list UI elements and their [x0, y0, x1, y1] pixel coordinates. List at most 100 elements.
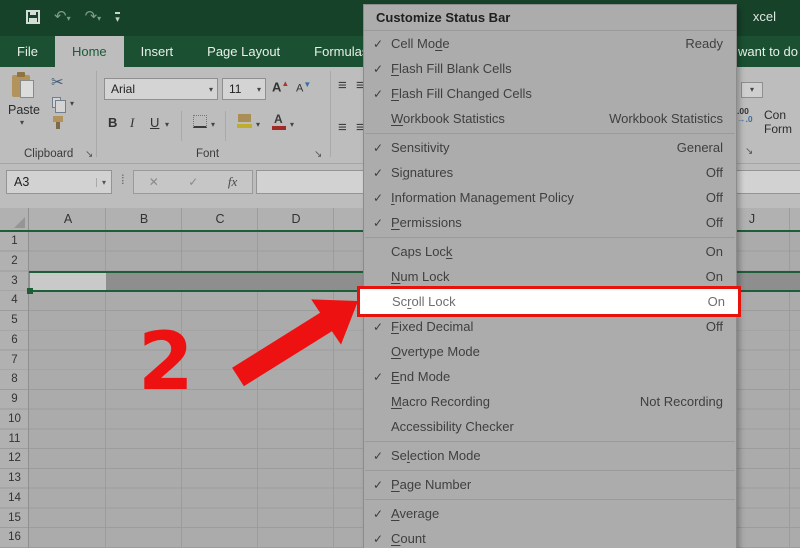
enter-icon[interactable]: ✓: [188, 175, 198, 189]
menu-item-selection-mode[interactable]: ✓ Selection Mode: [364, 443, 736, 468]
fill-handle[interactable]: [27, 288, 33, 294]
menu-item-information-management-policy[interactable]: ✓ Information Management Policy Off: [364, 185, 736, 210]
row-header-7[interactable]: 7: [0, 351, 29, 371]
clipboard-dialog-launcher-icon[interactable]: ↘: [85, 149, 93, 160]
align-top-icon[interactable]: ≡: [338, 77, 347, 94]
active-cell-a3[interactable]: [30, 273, 106, 290]
cancel-icon[interactable]: ✕: [149, 175, 159, 189]
font-color-caret-icon[interactable]: ▾: [290, 120, 294, 129]
redo-button[interactable]: ↷▾: [85, 8, 102, 26]
copy-icon[interactable]: [52, 97, 66, 113]
font-name-caret-icon[interactable]: ▾: [209, 85, 217, 94]
conditional-formatting-button[interactable]: Con: [764, 108, 786, 122]
row-header-11[interactable]: 11: [0, 430, 29, 450]
paste-caret-icon[interactable]: ▾: [20, 118, 24, 127]
menu-item-scroll-lock[interactable]: Scroll Lock On: [357, 286, 741, 317]
align-left-icon[interactable]: ≡: [338, 119, 347, 136]
paste-button[interactable]: Paste: [6, 103, 42, 117]
font-name-combo[interactable]: Arial ▾: [104, 78, 218, 100]
underline-button[interactable]: U: [150, 115, 159, 130]
row-header-13[interactable]: 13: [0, 469, 29, 489]
row-header-1[interactable]: 1: [0, 232, 29, 252]
menu-item-signatures[interactable]: ✓ Signatures Off: [364, 160, 736, 185]
row-header-10[interactable]: 10: [0, 410, 29, 430]
tab-home[interactable]: Home: [54, 36, 124, 67]
menu-item-label: Fixed Decimal: [391, 319, 473, 334]
name-box-caret-icon[interactable]: ▾: [95, 177, 111, 187]
select-all-corner[interactable]: [0, 208, 29, 230]
tab-page-layout[interactable]: Page Layout: [190, 36, 297, 67]
menu-item-label: Macro Recording: [391, 394, 490, 409]
formula-bar-grip[interactable]: ⁞: [121, 172, 124, 187]
menu-item-value: On: [705, 244, 723, 259]
menu-item-caps-lock[interactable]: Caps Lock On: [364, 239, 736, 264]
number-format-caret-icon[interactable]: ▾: [741, 82, 763, 98]
menu-item-page-number[interactable]: ✓ Page Number: [364, 472, 736, 497]
number-dialog-launcher-icon[interactable]: ↘: [745, 146, 753, 157]
menu-item-count[interactable]: ✓ Count: [364, 526, 736, 548]
copy-caret-icon[interactable]: ▾: [70, 99, 74, 108]
increase-font-size-button[interactable]: A▲: [272, 79, 289, 94]
excel-window: ↶▾ ↷▾ ▾ xcel File Home Insert Page Layou…: [0, 0, 800, 548]
tell-me-text[interactable]: want to do: [738, 44, 798, 59]
menu-item-flash-fill-changed-cells[interactable]: ✓ Flash Fill Changed Cells: [364, 81, 736, 106]
font-size-caret-icon[interactable]: ▾: [257, 85, 265, 94]
row-header-5[interactable]: 5: [0, 311, 29, 331]
column-header-a[interactable]: A: [30, 208, 106, 230]
cut-icon[interactable]: ✂: [51, 73, 64, 91]
insert-function-icon[interactable]: fx: [228, 174, 237, 190]
undo-button[interactable]: ↶▾: [54, 8, 71, 26]
row-header-6[interactable]: 6: [0, 331, 29, 351]
redo-caret-icon[interactable]: ▾: [97, 14, 101, 23]
menu-item-macro-recording[interactable]: Macro Recording Not Recording: [364, 389, 736, 414]
column-header-b[interactable]: B: [106, 208, 182, 230]
row-headers[interactable]: 1 2 3 4 5 6 7 8 9 10 11 12 13 14 15 16: [0, 232, 29, 548]
column-header-d[interactable]: D: [258, 208, 334, 230]
label-post: e: [442, 36, 450, 51]
name-box[interactable]: A3 ▾: [6, 170, 112, 194]
menu-item-label: Caps Lock: [391, 244, 452, 259]
font-dialog-launcher-icon[interactable]: ↘: [314, 149, 322, 160]
row-header-16[interactable]: 16: [0, 528, 29, 548]
menu-item-average[interactable]: ✓ Average: [364, 501, 736, 526]
font-group-label: Font: [196, 148, 220, 160]
font-size-combo[interactable]: 11 ▾: [222, 78, 266, 100]
menu-item-end-mode[interactable]: ✓ End Mode: [364, 364, 736, 389]
row-header-9[interactable]: 9: [0, 390, 29, 410]
fill-color-icon[interactable]: [237, 114, 252, 128]
font-color-icon[interactable]: A: [272, 113, 286, 130]
menu-item-accessibility-checker[interactable]: Accessibility Checker: [364, 414, 736, 439]
decrease-decimal-icon[interactable]: .00 →.0: [737, 107, 761, 124]
fill-color-caret-icon[interactable]: ▾: [256, 120, 260, 129]
row-header-4[interactable]: 4: [0, 291, 29, 311]
row-header-14[interactable]: 14: [0, 489, 29, 509]
tab-insert[interactable]: Insert: [124, 36, 191, 67]
column-header-c[interactable]: C: [182, 208, 258, 230]
row-header-12[interactable]: 12: [0, 449, 29, 469]
decrease-font-size-button[interactable]: A▼: [296, 80, 311, 95]
menu-item-permissions[interactable]: ✓ Permissions Off: [364, 210, 736, 235]
menu-item-flash-fill-blank-cells[interactable]: ✓ Flash Fill Blank Cells: [364, 56, 736, 81]
row-header-2[interactable]: 2: [0, 252, 29, 272]
borders-icon[interactable]: [193, 115, 207, 128]
italic-button[interactable]: I: [130, 115, 134, 131]
borders-caret-icon[interactable]: ▾: [211, 120, 215, 129]
save-icon[interactable]: [26, 10, 40, 24]
menu-item-fixed-decimal[interactable]: ✓ Fixed Decimal Off: [364, 314, 736, 339]
undo-caret-icon[interactable]: ▾: [67, 14, 71, 23]
menu-item-sensitivity[interactable]: ✓ Sensitivity General: [364, 135, 736, 160]
row-header-15[interactable]: 15: [0, 509, 29, 529]
row-header-8[interactable]: 8: [0, 370, 29, 390]
format-painter-icon[interactable]: [53, 116, 63, 129]
menu-item-workbook-statistics[interactable]: Workbook Statistics Workbook Statistics: [364, 106, 736, 131]
tab-file[interactable]: File: [0, 36, 55, 67]
menu-item-value: Off: [705, 319, 723, 334]
menu-item-overtype-mode[interactable]: Overtype Mode: [364, 339, 736, 364]
bold-button[interactable]: B: [108, 115, 117, 130]
customize-qat-icon[interactable]: ▾: [115, 11, 120, 23]
menu-item-cell-mode[interactable]: ✓ Cell Mode Ready: [364, 31, 736, 56]
row-header-3[interactable]: 3: [0, 272, 29, 292]
underline-caret-icon[interactable]: ▾: [165, 120, 169, 129]
column-header-k[interactable]: K: [790, 208, 800, 230]
label-access-key: P: [391, 477, 400, 492]
